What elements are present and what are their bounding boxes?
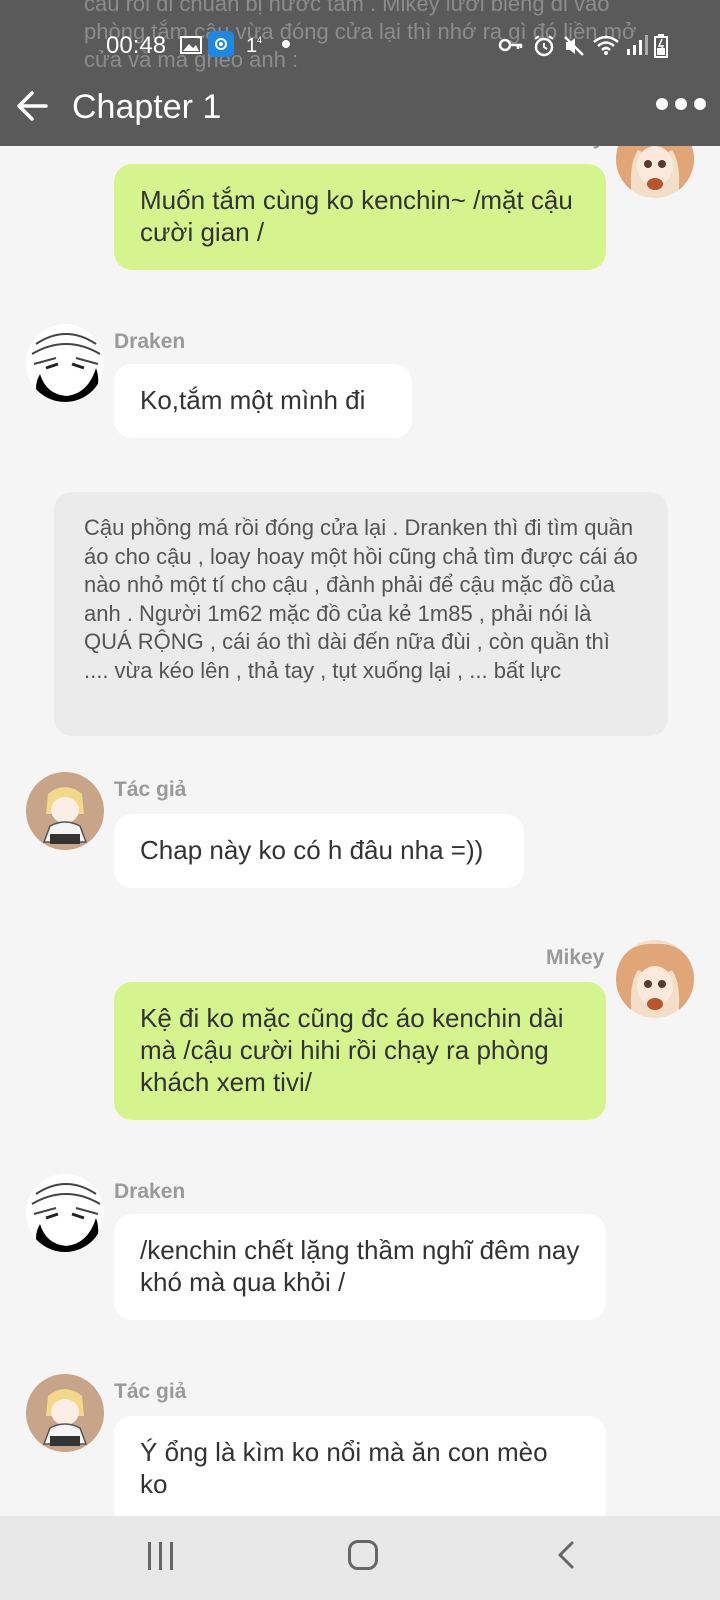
sender-name: Tác giả [114, 778, 187, 801]
sim-1-icon: 14 [246, 35, 262, 56]
message-bubble: /kenchin chết lặng thầm nghĩ đêm nay khó… [114, 1214, 606, 1320]
narration-text: Cậu phồng má rồi đóng cửa lại . Dranken … [84, 515, 638, 683]
message-text: /kenchin chết lặng thầm nghĩ đêm nay khó… [140, 1235, 580, 1297]
gallery-icon [180, 36, 202, 54]
key-icon [498, 38, 523, 52]
more-options-button[interactable] [656, 98, 706, 112]
author-avatar[interactable] [26, 1374, 104, 1452]
message-bubble: Chap này ko có h đâu nha =)) [114, 814, 524, 888]
mikey-avatar[interactable] [616, 940, 694, 1018]
more-dot [656, 98, 668, 110]
status-bar: 00:48 14 [0, 28, 720, 68]
status-time: 00:48 [106, 32, 167, 59]
more-dot [675, 98, 687, 110]
narration-block: Cậu phồng má rồi đóng cửa lại . Dranken … [54, 492, 668, 736]
message-text: Ko,tắm một mình đi [140, 385, 366, 415]
message-bubble: Ý ổng là kìm ko nổi mà ăn con mèo ko [114, 1416, 606, 1526]
dot-icon [282, 40, 290, 48]
signal-icon [627, 35, 648, 55]
alarm-icon [534, 35, 554, 57]
chapter-title: Chapter 1 [72, 88, 222, 126]
svg-text:1: 1 [246, 35, 257, 56]
message-text: Kệ đi ko mặc cũng đc áo kenchin dài mà /… [140, 1003, 564, 1097]
system-navigation-bar [0, 1516, 720, 1600]
home-button[interactable] [348, 1540, 378, 1570]
battery-icon [654, 34, 668, 58]
recent-apps-icon [148, 1542, 151, 1570]
sender-name: Tác giả [114, 1380, 187, 1403]
sender-name: Mikey [546, 946, 605, 969]
mute-icon [564, 36, 584, 56]
app-header: câu rồi đi chuẩn bị nước tắm . Mikey lườ… [0, 0, 720, 146]
sender-name: Draken [114, 330, 186, 353]
message-text: Ý ổng là kìm ko nổi mà ăn con mèo ko [140, 1437, 548, 1499]
draken-avatar[interactable] [26, 1174, 104, 1252]
app-bar: Chapter 1 [0, 80, 720, 146]
recent-apps-button[interactable] [148, 1542, 176, 1570]
sender-name: Draken [114, 1180, 186, 1203]
author-avatar[interactable] [26, 772, 104, 850]
draken-avatar[interactable] [26, 324, 104, 402]
message-text: Muốn tắm cùng ko kenchin~ /mặt cậu cười … [140, 185, 573, 247]
back-button[interactable] [12, 86, 52, 126]
message-bubble: Muốn tắm cùng ko kenchin~ /mặt cậu cười … [114, 164, 606, 270]
svg-text:4: 4 [257, 35, 262, 45]
wifi-icon [593, 35, 619, 55]
message-text: Chap này ko có h đâu nha =)) [140, 835, 484, 865]
message-bubble: Ko,tắm một mình đi [114, 364, 412, 438]
recent-apps-icon [170, 1542, 173, 1570]
recent-apps-icon [159, 1542, 162, 1570]
app-notification-icon [208, 31, 234, 57]
more-dot [694, 98, 706, 110]
message-bubble: Kệ đi ko mặc cũng đc áo kenchin dài mà /… [114, 982, 606, 1120]
nav-back-button[interactable] [554, 1540, 578, 1570]
